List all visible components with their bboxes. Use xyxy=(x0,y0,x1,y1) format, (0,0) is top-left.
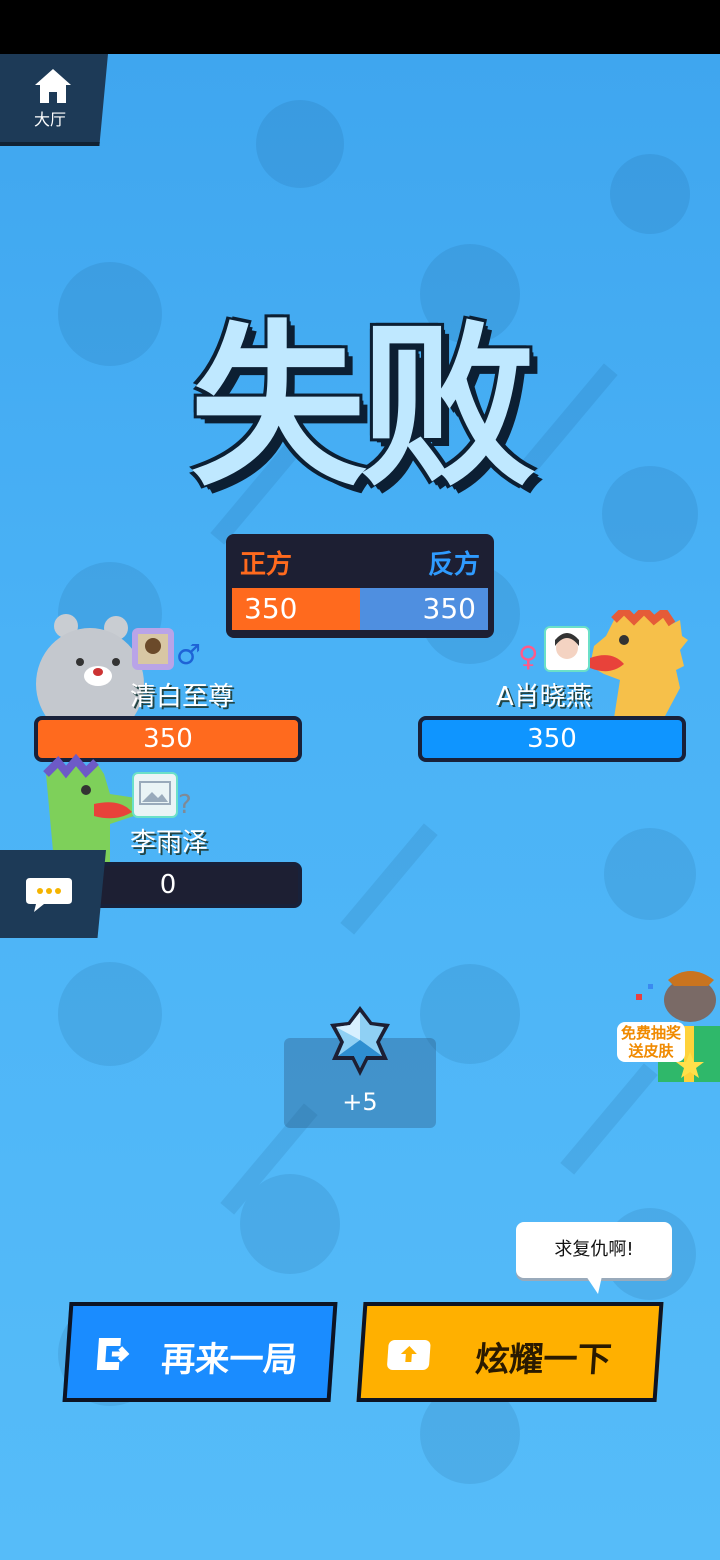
share-button[interactable]: 炫耀一下 xyxy=(356,1302,664,1402)
team-a-label: 正方 xyxy=(240,550,293,580)
team-b-label: 反方 xyxy=(427,550,480,580)
player-avatar[interactable] xyxy=(544,626,590,672)
star-crystal-icon xyxy=(330,1006,390,1076)
player-avatar[interactable] xyxy=(132,772,178,818)
player-score: 350 xyxy=(143,724,193,754)
promo-line-1: 免费抽奖 xyxy=(620,1024,681,1042)
share-icon xyxy=(387,1340,431,1370)
home-icon xyxy=(35,69,71,103)
player-name: A肖晓燕 xyxy=(496,682,592,712)
play-again-label: 再来一局 xyxy=(160,1340,299,1380)
reward-panel: +5 xyxy=(284,1006,436,1128)
team-a-score-bar: 350 xyxy=(232,588,360,630)
team-b-score: 350 xyxy=(422,592,476,625)
home-button[interactable]: 大厅 xyxy=(0,54,108,146)
chat-bubble-icon xyxy=(26,878,72,912)
team-a-score: 350 xyxy=(244,592,298,625)
image-placeholder-icon xyxy=(139,781,171,805)
team-b-score-bar: 350 xyxy=(360,588,488,630)
team-scoreboard: 正方 反方 350 350 xyxy=(226,534,494,638)
dinosaur-green-mascot xyxy=(43,754,136,862)
share-label: 炫耀一下 xyxy=(474,1340,613,1380)
play-again-button[interactable]: 再来一局 xyxy=(62,1302,338,1402)
avatar-image xyxy=(138,634,168,664)
result-title: 失败 xyxy=(189,305,536,510)
avatar-image xyxy=(555,633,579,659)
unknown-gender-icon: ? xyxy=(178,790,192,820)
chat-button[interactable] xyxy=(0,850,106,938)
lottery-promo-label[interactable]: 免费抽奖 送皮肤 xyxy=(617,1022,685,1062)
speech-bubble: 求复仇啊! xyxy=(516,1222,672,1294)
replay-icon xyxy=(96,1338,130,1370)
reward-value: +5 xyxy=(342,1088,378,1116)
male-gender-icon: ♂ xyxy=(176,638,202,671)
promo-line-2: 送皮肤 xyxy=(628,1042,674,1060)
player-name: 李雨泽 xyxy=(130,828,209,858)
player-name: 清白至尊 xyxy=(130,682,235,712)
status-bar xyxy=(0,0,720,54)
home-label: 大厅 xyxy=(33,110,66,129)
game-result-screen: 大厅 失败 正方 反方 350 350 ♂ 清白至尊 350 ♀ A肖晓燕 35… xyxy=(0,54,720,1560)
player-score-bar: 350 xyxy=(418,716,686,762)
player-score: 350 xyxy=(527,724,577,754)
player-avatar[interactable] xyxy=(132,628,174,670)
female-gender-icon: ♀ xyxy=(518,640,539,673)
bear-mascot xyxy=(36,614,144,726)
dinosaur-orange-mascot xyxy=(590,610,688,718)
